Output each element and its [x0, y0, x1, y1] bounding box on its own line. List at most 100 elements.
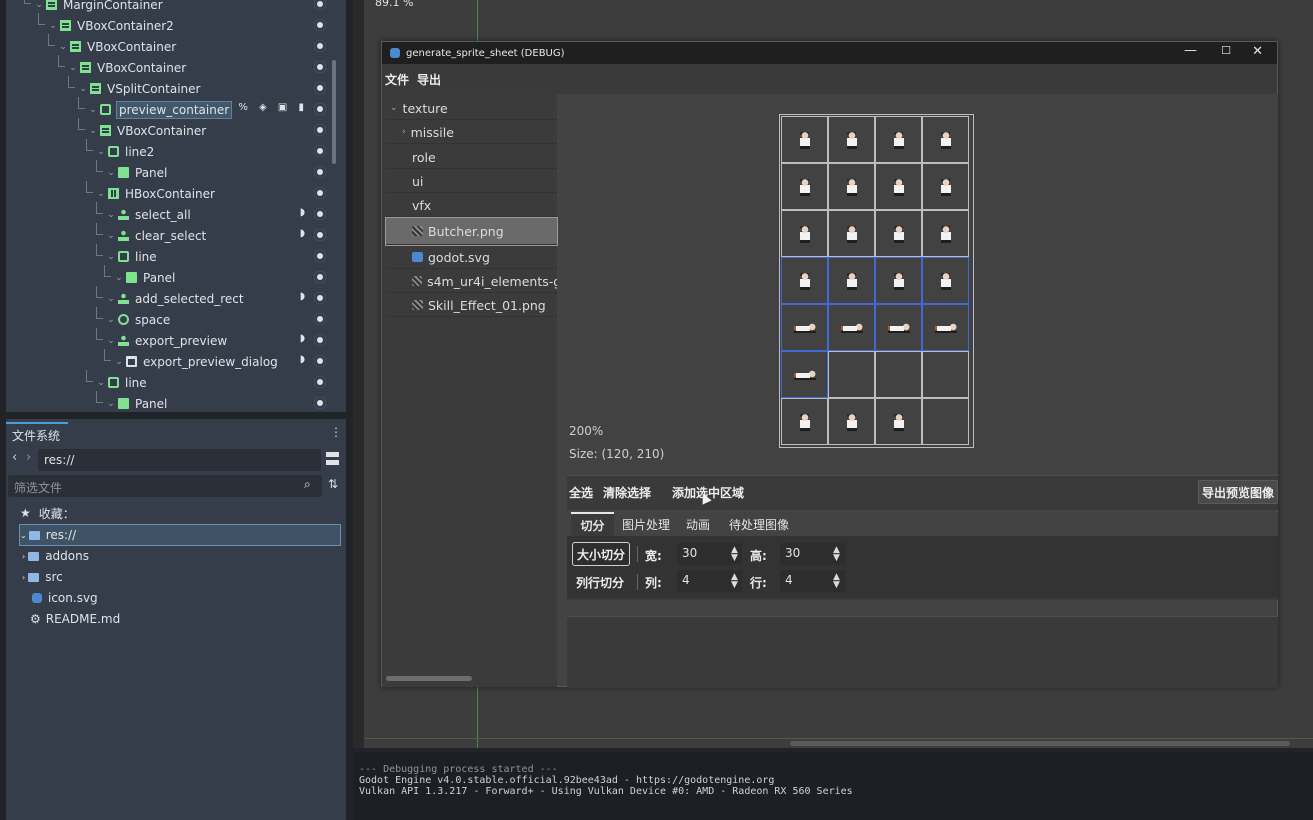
minimize-icon[interactable]: — — [1184, 43, 1197, 58]
scene-node-row[interactable]: ⌄ export_preview_dialog ◗ — [6, 349, 338, 372]
spin-arrows-icon[interactable]: ▲ ▼ — [833, 546, 840, 563]
chevron-down-icon[interactable]: ⌄ — [106, 210, 116, 220]
visibility-eye-icon[interactable] — [314, 376, 326, 388]
visibility-eye-icon[interactable] — [314, 166, 326, 178]
chevron-down-icon[interactable]: ⌄ — [114, 273, 124, 283]
panel-menu-icon[interactable]: ⋮ — [330, 425, 342, 439]
sprite-cell[interactable] — [781, 257, 828, 304]
visibility-eye-icon[interactable] — [314, 61, 326, 73]
signal-icon[interactable]: ◗ — [300, 207, 305, 218]
chevron-down-icon[interactable]: ⌄ — [96, 189, 106, 199]
scene-node-row[interactable]: ⌄ space — [6, 307, 338, 330]
scene-node-row[interactable]: ⌄ VSplitContainer — [6, 76, 338, 99]
chevron-down-icon[interactable]: ⌄ — [58, 42, 68, 52]
scene-node-row[interactable]: ⌄ preview_container % ◈ ▣ ▮ — [6, 97, 338, 120]
layout-toggle-icon[interactable] — [326, 452, 339, 465]
visibility-eye-icon[interactable] — [314, 145, 326, 157]
texture-tree-item[interactable]: › missile — [386, 121, 557, 144]
export-preview-button[interactable]: 导出预览图像 — [1198, 480, 1278, 504]
chevron-down-icon[interactable]: ⌄ — [96, 378, 106, 388]
favorites-row[interactable]: ★ 收藏： — [20, 503, 75, 523]
sprite-cell[interactable] — [828, 257, 875, 304]
visibility-eye-icon[interactable] — [314, 208, 326, 220]
select-all-button[interactable]: 全选 — [569, 484, 593, 501]
visibility-eye-icon[interactable] — [314, 334, 326, 346]
sprite-cell[interactable] — [828, 116, 875, 163]
zoom-level[interactable]: 89.1 % — [375, 0, 413, 9]
fs-item-addons[interactable]: › addons — [22, 546, 89, 566]
chevron-down-icon[interactable]: ⌄ — [390, 103, 398, 113]
visibility-eye-icon[interactable] — [314, 292, 326, 304]
texture-tree-item[interactable]: s4m_ur4i_elements-ga — [386, 270, 557, 293]
scene-node-row[interactable]: ⌄ VBoxContainer — [6, 118, 338, 141]
sprite-cell[interactable] — [875, 304, 922, 351]
sprite-cell[interactable] — [922, 116, 969, 163]
path-field[interactable]: res:// — [38, 449, 321, 471]
scene-node-row[interactable]: ⌄ line — [6, 244, 338, 267]
chevron-down-icon[interactable]: ⌄ — [106, 231, 116, 241]
visibility-eye-icon[interactable] — [314, 40, 326, 52]
sprite-preview[interactable]: 200% Size: (120, 210) — [559, 94, 1278, 474]
chevron-down-icon[interactable]: ⌄ — [34, 0, 44, 10]
scene-node-row[interactable]: ⌄ line2 — [6, 139, 338, 162]
size-split-button[interactable]: 大小切分 — [572, 542, 631, 566]
chevron-down-icon[interactable]: ⌄ — [106, 294, 116, 304]
sprite-cell[interactable] — [781, 351, 828, 398]
sprite-cell[interactable] — [828, 163, 875, 210]
sprite-cell[interactable] — [875, 257, 922, 304]
tab-pending-images[interactable]: 待处理图像 — [722, 512, 796, 536]
texture-tree-item[interactable]: Butcher.png — [385, 217, 558, 246]
sprite-cell[interactable] — [828, 210, 875, 257]
image-list-area[interactable] — [567, 616, 1278, 688]
sprite-cell[interactable] — [922, 398, 969, 445]
scene-node-row[interactable]: ⌄ line — [6, 370, 338, 393]
node-status-icons[interactable]: % ◈ ▣ ▮ — [238, 102, 308, 113]
texture-tree-item[interactable]: vfx — [386, 194, 557, 217]
chevron-down-icon[interactable]: ⌄ — [114, 357, 124, 367]
sprite-cell[interactable] — [922, 351, 969, 398]
filesystem-tab[interactable]: 文件系统 — [6, 422, 68, 446]
tab-image-processing[interactable]: 图片处理 — [617, 512, 675, 536]
horizontal-scrollbar[interactable] — [790, 741, 1290, 746]
chevron-down-icon[interactable]: ⌄ — [106, 252, 116, 262]
sprite-cell[interactable] — [781, 163, 828, 210]
sprite-cell[interactable] — [875, 116, 922, 163]
sprite-cell[interactable] — [828, 398, 875, 445]
sort-icon[interactable]: ⇅ — [328, 477, 338, 491]
signal-icon[interactable]: ◗ — [300, 354, 305, 365]
chevron-down-icon[interactable]: ⌄ — [88, 126, 98, 136]
sprite-cell[interactable] — [875, 210, 922, 257]
tab-split[interactable]: 切分 — [571, 512, 614, 536]
sprite-cell[interactable] — [875, 163, 922, 210]
sprite-cell[interactable] — [922, 210, 969, 257]
sprite-cell[interactable] — [781, 116, 828, 163]
fs-item-src[interactable]: › src — [22, 567, 63, 587]
tab-animation[interactable]: 动画 — [680, 512, 716, 536]
chevron-right-icon[interactable]: › — [402, 127, 406, 137]
row-column-split-button[interactable]: 列行切分 — [576, 574, 624, 591]
sprite-cell[interactable] — [922, 163, 969, 210]
scene-tree-scrollbar[interactable] — [332, 60, 336, 164]
texture-tree-item[interactable]: ui — [386, 170, 557, 193]
visibility-eye-icon[interactable] — [314, 397, 326, 409]
scene-node-row[interactable]: ⌄ MarginContainer — [6, 0, 338, 15]
scene-node-row[interactable]: ⌄ add_selected_rect ◗ — [6, 286, 338, 309]
signal-icon[interactable]: ◗ — [300, 291, 305, 302]
signal-icon[interactable]: ◗ — [300, 333, 305, 344]
filter-files-input[interactable]: 筛选文件 — [8, 475, 322, 497]
tree-scrollbar[interactable] — [386, 676, 472, 681]
chevron-down-icon[interactable]: ⌄ — [106, 315, 116, 325]
menu-file[interactable]: 文件 — [385, 71, 409, 88]
chevron-down-icon[interactable]: ⌄ — [88, 105, 98, 115]
sprite-cell[interactable] — [922, 304, 969, 351]
spin-arrows-icon[interactable]: ▲ ▼ — [833, 573, 840, 590]
chevron-down-icon[interactable]: ⌄ — [68, 63, 78, 73]
scene-node-row[interactable]: ⌄ export_preview ◗ — [6, 328, 338, 351]
texture-tree-item[interactable]: godot.svg — [386, 246, 557, 269]
sprite-cell[interactable] — [875, 351, 922, 398]
visibility-eye-icon[interactable] — [314, 229, 326, 241]
clear-selection-button[interactable]: 清除选择 — [603, 484, 651, 501]
chevron-down-icon[interactable]: ⌄ — [106, 168, 116, 178]
menu-export[interactable]: 导出 — [417, 71, 441, 88]
chevron-down-icon[interactable]: ⌄ — [48, 21, 58, 31]
